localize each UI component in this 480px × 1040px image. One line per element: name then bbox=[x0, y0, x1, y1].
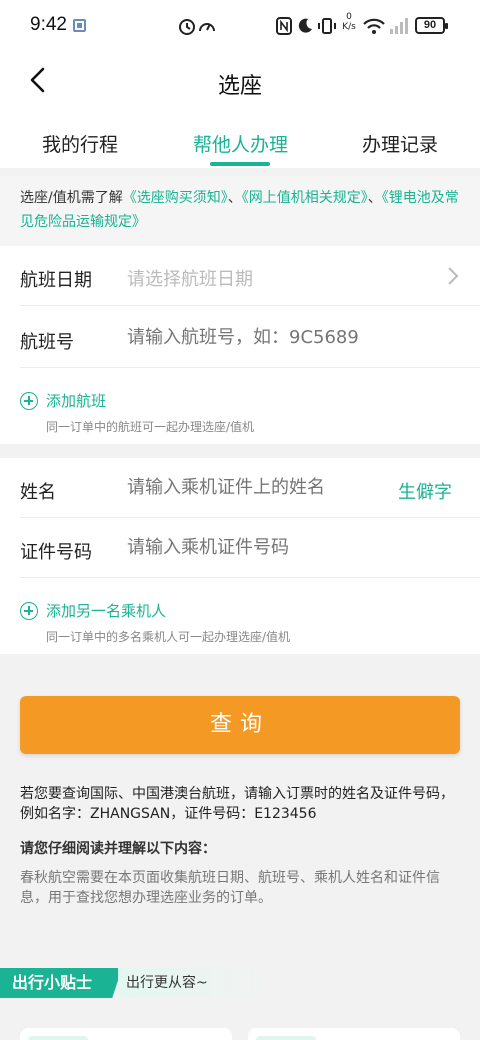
id-number-input[interactable] bbox=[127, 537, 427, 558]
rules-notice: 选座/值机需了解《选座购买须知》、《网上值机相关规定》、《锂电池及常见危险品运输… bbox=[0, 176, 480, 246]
privacy-statement: 春秋航空需要在本页面收集航班日期、航班号、乘机人姓名和证件信息，用于查找您想办理… bbox=[20, 870, 440, 906]
add-passenger-hint: 同一订单中的多名乘机人可一起办理选座/值机 bbox=[46, 630, 291, 644]
flight-number-row: 航班号 bbox=[0, 308, 480, 368]
nav-bar: 选座 bbox=[0, 54, 480, 110]
flight-number-input[interactable] bbox=[127, 327, 427, 348]
net-speed-value: 0 bbox=[346, 12, 352, 22]
add-passenger-button[interactable]: 添加另一名乘机人 bbox=[46, 600, 166, 621]
tip-card[interactable] bbox=[248, 1028, 460, 1040]
tab-help-others[interactable]: 帮他人办理 bbox=[193, 130, 288, 157]
tab-my-trips[interactable]: 我的行程 bbox=[42, 130, 118, 157]
name-input[interactable] bbox=[127, 477, 387, 498]
tip-card-header bbox=[256, 1036, 316, 1040]
tab-records[interactable]: 办理记录 bbox=[362, 130, 438, 157]
add-passenger-row: 添加另一名乘机人 同一订单中的多名乘机人可一起办理选座/值机 bbox=[0, 588, 480, 654]
passenger-card: 姓名 生僻字 证件号码 添加另一名乘机人 同一订单中的多名乘机人可一起办理选座/… bbox=[0, 458, 480, 654]
notice-separator: 、 bbox=[367, 190, 382, 206]
tab-bar: 我的行程 帮他人办理 办理记录 bbox=[0, 110, 480, 168]
seat-purchase-rules-link[interactable]: 《选座购买须知》 bbox=[123, 190, 228, 206]
chevron-right-icon bbox=[448, 267, 459, 285]
online-checkin-rules-link[interactable]: 《网上值机相关规定》 bbox=[242, 190, 368, 206]
nfc-icon bbox=[276, 17, 292, 35]
wifi-icon bbox=[363, 18, 385, 34]
speedometer-icon bbox=[199, 23, 215, 32]
vibrate-icon bbox=[318, 18, 336, 34]
divider bbox=[20, 367, 480, 368]
page-title: 选座 bbox=[217, 74, 262, 99]
status-time: 9:42 bbox=[30, 14, 67, 35]
add-flight-row: 添加航班 同一订单中的航班可一起办理选座/值机 bbox=[0, 378, 480, 444]
data-saver-icon bbox=[179, 19, 195, 35]
name-row: 姓名 生僻字 bbox=[0, 458, 480, 518]
notification-app-icon bbox=[73, 19, 86, 32]
add-circle-icon[interactable] bbox=[20, 392, 38, 410]
battery-icon: 90 bbox=[415, 17, 448, 34]
flight-number-label: 航班号 bbox=[20, 332, 74, 353]
query-button[interactable]: 查询 bbox=[20, 696, 460, 754]
add-circle-icon[interactable] bbox=[20, 602, 38, 620]
tip-card[interactable] bbox=[20, 1028, 232, 1040]
id-number-label: 证件号码 bbox=[20, 542, 92, 563]
dnd-moon-icon bbox=[298, 18, 312, 33]
tab-indicator bbox=[210, 162, 270, 166]
add-flight-hint: 同一订单中的航班可一起办理选座/值机 bbox=[46, 420, 255, 434]
flight-date-row[interactable]: 航班日期 请选择航班日期 bbox=[0, 246, 480, 306]
tip-card-header bbox=[28, 1036, 88, 1040]
read-notice-heading: 请您仔细阅读并理解以下内容： bbox=[20, 841, 216, 857]
flight-date-label: 航班日期 bbox=[20, 270, 92, 291]
signal-icon bbox=[390, 18, 408, 34]
international-note: 若您要查询国际、中国港澳台航班，请输入订票时的姓名及证件号码，例如名字：ZHAN… bbox=[20, 786, 454, 822]
name-label: 姓名 bbox=[20, 482, 56, 503]
rare-character-button[interactable]: 生僻字 bbox=[398, 478, 452, 504]
divider bbox=[20, 305, 480, 306]
travel-tips-header: 出行小贴士 出行更从容~ bbox=[0, 968, 480, 998]
add-flight-button[interactable]: 添加航班 bbox=[46, 390, 106, 411]
divider bbox=[20, 577, 480, 578]
flight-date-picker[interactable]: 请选择航班日期 bbox=[127, 265, 427, 291]
travel-tips-subtitle: 出行更从容~ bbox=[118, 968, 268, 998]
net-speed-unit: K/s bbox=[342, 22, 356, 32]
net-speed: 0 K/s bbox=[340, 12, 358, 32]
travel-tips-tag: 出行小贴士 bbox=[0, 968, 122, 998]
flight-card: 航班日期 请选择航班日期 航班号 添加航班 同一订单中的航班可一起办理选座/值机 bbox=[0, 246, 480, 444]
status-bar: 9:42 0 K/s 90 bbox=[0, 0, 480, 54]
notice-separator: 、 bbox=[227, 190, 242, 206]
notice-prefix: 选座/值机需了解 bbox=[20, 190, 123, 206]
id-number-row: 证件号码 bbox=[0, 518, 480, 578]
